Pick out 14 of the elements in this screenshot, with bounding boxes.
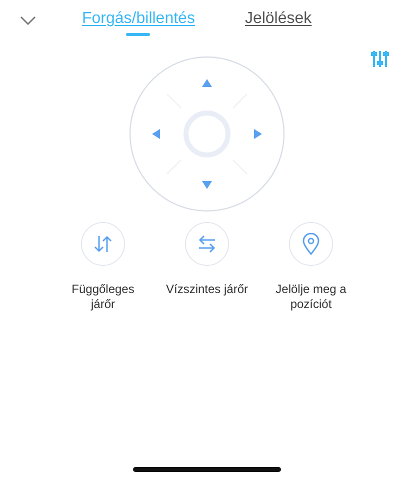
sliders-icon[interactable] <box>371 50 389 68</box>
up-down-arrows-icon <box>93 234 113 254</box>
action-label: Függőleges járőr <box>70 282 136 312</box>
tab[interactable]: Jelölések <box>244 10 312 28</box>
action-button[interactable] <box>185 222 229 266</box>
action-label: Jelölje meg a pozíciót <box>274 282 348 312</box>
action-button[interactable] <box>289 222 333 266</box>
chevron-down-icon[interactable] <box>20 16 36 25</box>
action-label: Vízszintes járőr <box>164 282 250 297</box>
location-pin-icon <box>302 233 320 255</box>
left-right-arrows-icon <box>197 234 217 254</box>
action-button[interactable] <box>81 222 125 266</box>
tab-indicator <box>126 33 150 36</box>
direction-pad[interactable] <box>129 56 285 212</box>
